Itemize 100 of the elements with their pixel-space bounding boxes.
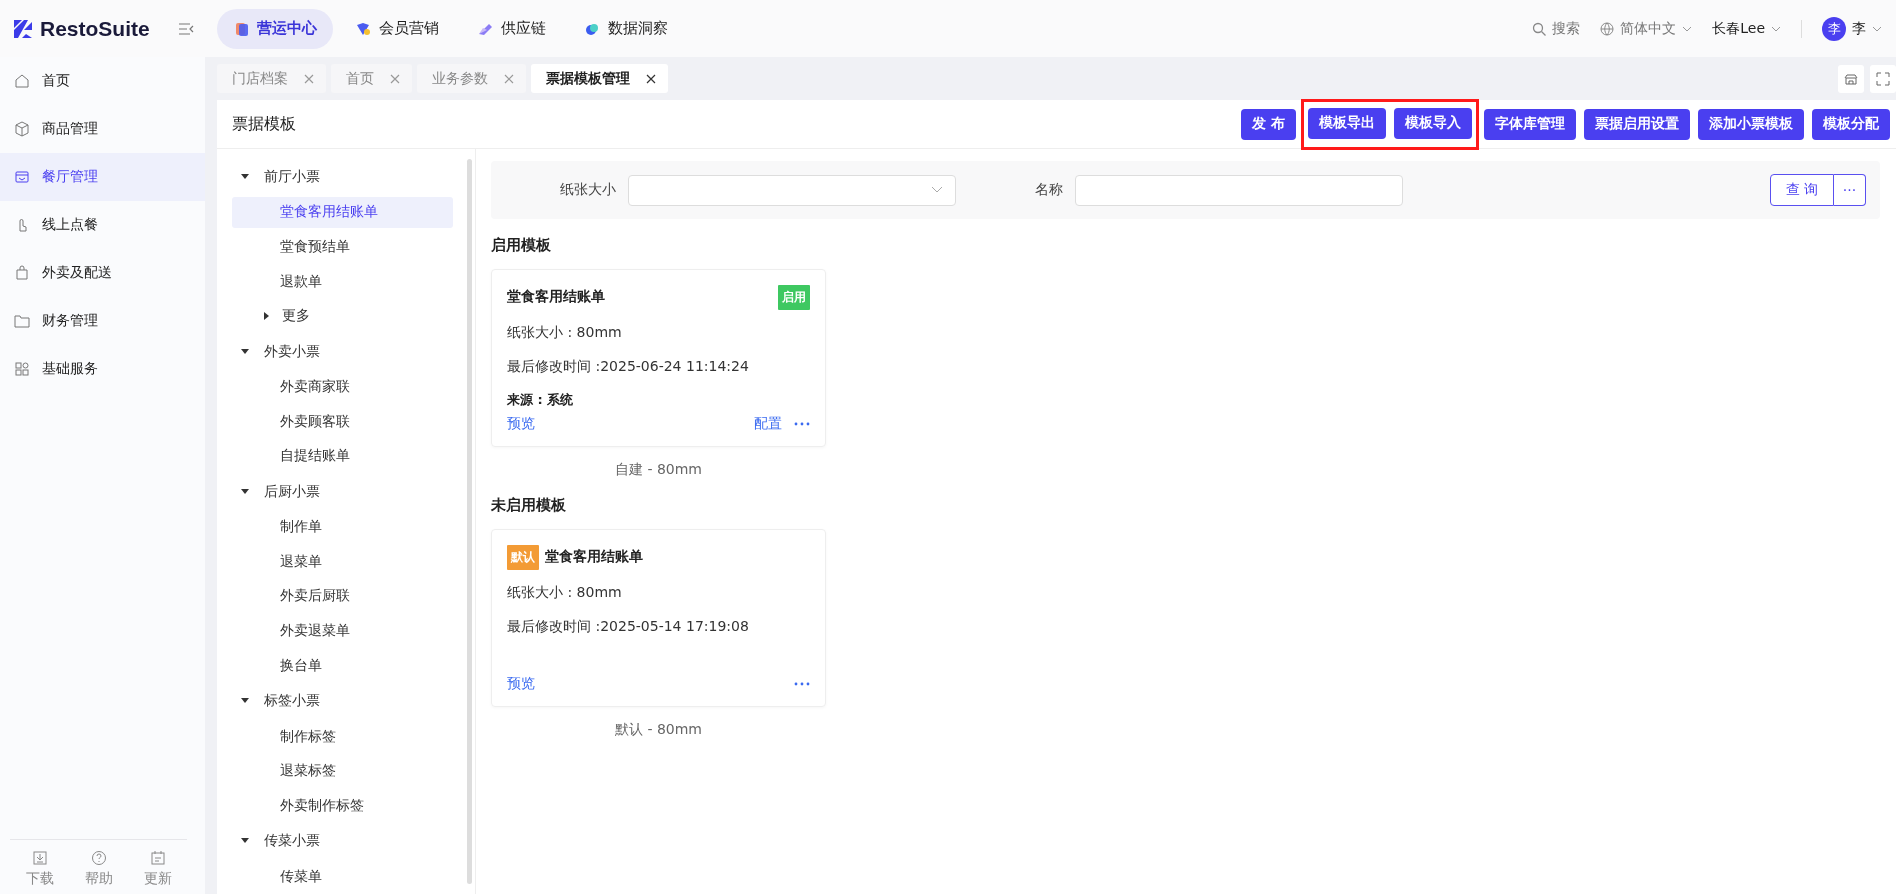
page-title: 票据模板 <box>232 113 296 135</box>
toolbar-button[interactable]: 票据启用设置 <box>1584 108 1690 140</box>
section-title: 未启用模板 <box>491 496 567 515</box>
brand-name: RestoSuite <box>40 16 150 41</box>
grid-icon <box>14 361 30 377</box>
field-label: 名称 <box>1034 181 1063 199</box>
search-button[interactable]: 搜索 <box>1532 19 1581 38</box>
tree-item[interactable]: 换台单 <box>232 650 453 682</box>
name-input[interactable] <box>1075 174 1403 206</box>
card-caption: 自建 - 80mm <box>614 461 702 479</box>
tree-group[interactable]: 传菜小票 <box>232 823 461 860</box>
avatar: 李 <box>1822 16 1846 41</box>
menu-collapse-icon[interactable] <box>177 22 194 35</box>
tree-item[interactable]: 堂食客用结账单 <box>232 196 453 228</box>
search-icon <box>1532 21 1547 36</box>
toolbar-button[interactable]: 模板分配 <box>1812 108 1890 140</box>
more-icon[interactable] <box>794 422 810 426</box>
tree-group[interactable]: 外卖小票 <box>232 333 461 370</box>
source-text: 来源 : 系统 <box>507 391 575 409</box>
paper-size-text: 纸张大小 : 80mm <box>507 583 623 602</box>
tree-item[interactable]: 外卖退菜单 <box>232 615 453 647</box>
tree-item[interactable]: 传菜单 <box>232 861 453 892</box>
nav-tab[interactable]: 营运中心 <box>217 8 333 49</box>
sidebar-item[interactable]: 财务管理 <box>0 297 205 345</box>
configure-link[interactable]: 配置 <box>754 415 782 433</box>
cube-icon <box>14 121 30 137</box>
status-badge: 启用 <box>778 284 810 310</box>
cards-icon <box>233 20 249 37</box>
close-icon[interactable] <box>646 73 656 84</box>
toolbar-button[interactable]: 添加小票模板 <box>1698 108 1804 140</box>
tree-item[interactable]: 外卖制作标签 <box>232 790 453 822</box>
section-title: 启用模板 <box>491 236 552 255</box>
toolbar-button[interactable]: 模板导入 <box>1394 107 1472 139</box>
sidebar-item[interactable]: 首页 <box>0 57 205 105</box>
store-dropdown[interactable]: 长春Lee <box>1712 19 1781 38</box>
globe-icon <box>1600 21 1615 36</box>
nav-tab[interactable]: 数据洞察 <box>568 8 684 49</box>
scrollbar[interactable] <box>467 159 472 884</box>
chevron-down-icon <box>1872 25 1882 32</box>
badge-icon <box>355 20 371 37</box>
paper-size-select[interactable] <box>628 174 956 206</box>
nav-tab[interactable]: 供应链 <box>461 8 562 49</box>
language-dropdown[interactable]: 简体中文 <box>1600 19 1693 38</box>
tree-group[interactable]: 后厨小票 <box>232 473 461 510</box>
card-title: 堂食客用结账单 <box>545 548 643 566</box>
preview-link[interactable]: 预览 <box>507 675 535 693</box>
store-icon <box>14 169 30 185</box>
tree-group[interactable]: 标签小票 <box>232 683 461 720</box>
toolbar-button[interactable]: 模板导出 <box>1308 107 1386 139</box>
footer-button[interactable]: 下载 <box>25 850 54 888</box>
folder-icon <box>14 313 30 329</box>
preview-link[interactable]: 预览 <box>507 415 535 433</box>
footer-button[interactable]: 帮助 <box>84 850 113 888</box>
status-badge: 默认 <box>507 544 539 570</box>
nav-tab[interactable]: 会员营销 <box>339 8 455 49</box>
calendar-icon <box>149 850 166 866</box>
help-icon <box>90 850 107 866</box>
tree-item[interactable]: 退菜标签 <box>232 755 453 787</box>
fullscreen-icon <box>1876 71 1890 86</box>
sidebar-item[interactable]: 餐厅管理 <box>0 153 205 201</box>
chevron-down-icon <box>1771 25 1781 32</box>
tree-item[interactable]: 退菜单 <box>232 546 453 578</box>
shopping-bag-icon <box>14 265 30 281</box>
tree-group[interactable]: 前厅小票 <box>232 159 461 195</box>
store-button[interactable] <box>1838 64 1864 93</box>
modified-time-text: 最后修改时间 :2025-05-14 17:19:08 <box>507 617 750 636</box>
tree-item[interactable]: 自提结账单 <box>232 441 453 472</box>
page-tab[interactable]: 票据模板管理 <box>531 64 668 93</box>
sidebar-item[interactable]: 线上点餐 <box>0 201 205 249</box>
tree-item[interactable]: 外卖商家联 <box>232 371 453 403</box>
sidebar-item[interactable]: 外卖及配送 <box>0 249 205 297</box>
sidebar-item[interactable]: 商品管理 <box>0 105 205 153</box>
more-button[interactable]: ··· <box>1834 174 1866 206</box>
chevron-down-icon <box>931 186 943 194</box>
tree-item[interactable]: 制作标签 <box>232 721 453 752</box>
field-label: 纸张大小 <box>559 181 616 199</box>
card-title: 堂食客用结账单 <box>507 288 605 306</box>
tree-item[interactable]: 制作单 <box>232 511 453 543</box>
tree-item[interactable]: 堂食预结单 <box>232 231 453 263</box>
more-icon[interactable] <box>794 682 810 686</box>
download-icon <box>31 850 48 866</box>
sidebar-item[interactable]: 基础服务 <box>0 345 205 393</box>
fullscreen-button[interactable] <box>1870 64 1896 93</box>
page-tab[interactable]: 首页 <box>331 64 412 93</box>
chevron-down-icon <box>1682 25 1693 32</box>
user-menu[interactable]: 李 李 <box>1822 16 1882 41</box>
tree-item[interactable]: 外卖顾客联 <box>232 406 453 438</box>
store-icon <box>1844 71 1858 86</box>
footer-button[interactable]: 更新 <box>143 850 172 888</box>
page-tab[interactable]: 业务参数 <box>417 64 526 93</box>
tree-item[interactable]: 更多 <box>232 301 453 332</box>
toolbar-button[interactable]: 字体库管理 <box>1484 108 1576 140</box>
query-button[interactable]: 查 询 <box>1770 174 1834 206</box>
card-caption: 默认 - 80mm <box>614 721 702 739</box>
modified-time-text: 最后修改时间 :2025-06-24 11:14:24 <box>507 357 750 376</box>
tree-item[interactable]: 退款单 <box>232 266 453 298</box>
paper-size-text: 纸张大小 : 80mm <box>507 323 623 342</box>
home-icon <box>14 73 30 89</box>
tree-item[interactable]: 外卖后厨联 <box>232 581 453 612</box>
toolbar-button[interactable]: 发 布 <box>1241 108 1296 140</box>
